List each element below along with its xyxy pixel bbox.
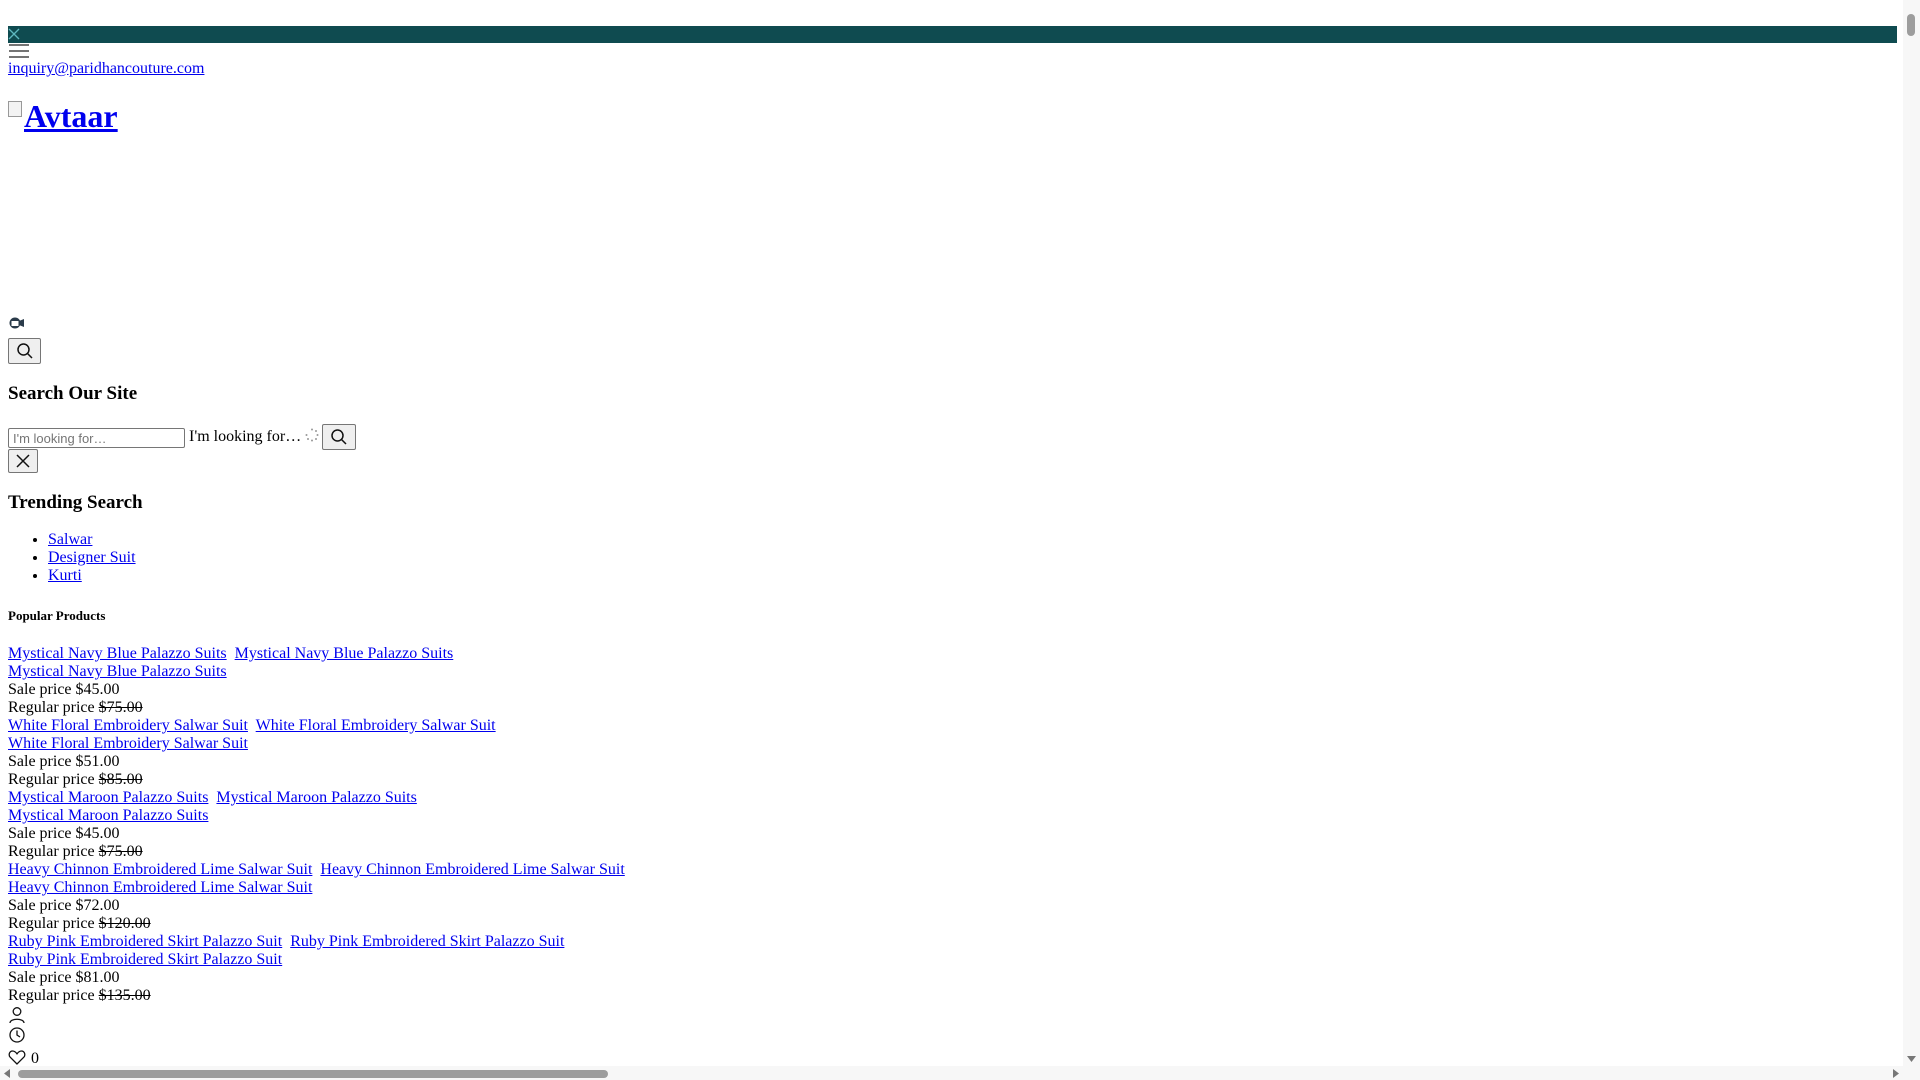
product-card: Heavy Chinnon Embroidered Lime Salwar Su…	[8, 861, 629, 933]
sale-price: $45.00	[75, 681, 120, 698]
sale-price-row: Sale price $72.00	[8, 897, 629, 915]
search-close-button[interactable]	[8, 449, 38, 473]
product-card: Mystical Navy Blue Palazzo Suits Mystica…	[8, 645, 629, 717]
search-input[interactable]	[8, 428, 185, 448]
contact-email-link[interactable]: inquiry@paridhancouture.com	[8, 60, 204, 78]
search-title: Search Our Site	[8, 383, 138, 404]
clock-icon[interactable]	[8, 1026, 26, 1044]
scroll-right-arrow-icon[interactable]	[1893, 1069, 1899, 1078]
regular-price: $120.00	[98, 915, 151, 932]
product-title-link[interactable]: Ruby Pink Embroidered Skirt Palazzo Suit	[8, 951, 282, 968]
regular-price-row: Regular price $75.00	[8, 843, 629, 861]
product-card: White Floral Embroidery Salwar Suit Whit…	[8, 717, 629, 789]
product-image-link[interactable]: Ruby Pink Embroidered Skirt Palazzo Suit	[290, 933, 564, 950]
trending-link-kurti[interactable]: Kurti	[48, 567, 82, 584]
regular-price-label: Regular price	[8, 771, 95, 788]
search-icon	[16, 343, 33, 359]
logo-alt-text: Avtaar	[24, 98, 118, 134]
scroll-down-arrow-icon[interactable]	[1907, 1056, 1916, 1062]
popular-products-title: Popular Products	[8, 608, 106, 623]
sale-price-row: Sale price $81.00	[8, 969, 629, 987]
account-icon[interactable]	[8, 1006, 26, 1024]
product-image-link[interactable]: Heavy Chinnon Embroidered Lime Salwar Su…	[320, 861, 624, 878]
trending-title: Trending Search	[8, 492, 143, 513]
regular-price: $85.00	[98, 771, 143, 788]
regular-price: $135.00	[98, 987, 151, 1004]
heart-icon[interactable]	[8, 1048, 26, 1066]
trending-list: Salwar Designer Suit Kurti	[8, 531, 136, 585]
trending-link-salwar[interactable]: Salwar	[48, 531, 92, 548]
site-logo-link[interactable]: Avtaar	[8, 98, 118, 135]
sale-price-label: Sale price	[8, 825, 72, 842]
product-image-link[interactable]: Mystical Maroon Palazzo Suits	[216, 789, 416, 806]
sale-price: $51.00	[75, 753, 120, 770]
popular-products-list: Mystical Navy Blue Palazzo Suits Mystica…	[8, 645, 629, 1005]
product-card: Mystical Maroon Palazzo Suits Mystical M…	[8, 789, 629, 861]
product-title-link[interactable]: Mystical Maroon Palazzo Suits	[8, 807, 208, 824]
regular-price-label: Regular price	[8, 915, 95, 932]
regular-price-label: Regular price	[8, 699, 95, 716]
broken-image-icon	[8, 101, 22, 117]
list-item: Kurti	[48, 567, 136, 585]
product-image-link[interactable]: Mystical Maroon Palazzo Suits	[8, 789, 208, 806]
vertical-scrollbar[interactable]	[1903, 0, 1920, 1080]
product-title-link[interactable]: Mystical Navy Blue Palazzo Suits	[8, 663, 227, 680]
close-icon[interactable]	[7, 27, 21, 41]
product-image-link[interactable]: Heavy Chinnon Embroidered Lime Salwar Su…	[8, 861, 312, 878]
search-toggle-button[interactable]	[8, 338, 41, 364]
sale-price-label: Sale price	[8, 897, 72, 914]
product-card: Ruby Pink Embroidered Skirt Palazzo Suit…	[8, 933, 629, 1005]
sale-price-row: Sale price $45.00	[8, 681, 629, 699]
list-item: Designer Suit	[48, 549, 136, 567]
product-image-link[interactable]: Ruby Pink Embroidered Skirt Palazzo Suit	[8, 933, 282, 950]
regular-price-label: Regular price	[8, 843, 95, 860]
hamburger-menu-icon[interactable]	[8, 42, 30, 60]
close-icon	[16, 454, 30, 468]
search-label: I'm looking for…	[189, 428, 302, 445]
product-image-link[interactable]: White Floral Embroidery Salwar Suit	[8, 717, 248, 734]
regular-price-row: Regular price $135.00	[8, 987, 629, 1005]
announcement-bar	[8, 26, 1897, 43]
product-image-link[interactable]: White Floral Embroidery Salwar Suit	[256, 717, 496, 734]
sale-price: $45.00	[75, 825, 120, 842]
product-image-link[interactable]: Mystical Navy Blue Palazzo Suits	[235, 645, 454, 662]
product-title-link[interactable]: White Floral Embroidery Salwar Suit	[8, 735, 248, 752]
regular-price-row: Regular price $120.00	[8, 915, 629, 933]
sale-price-row: Sale price $51.00	[8, 753, 629, 771]
product-title-link[interactable]: Heavy Chinnon Embroidered Lime Salwar Su…	[8, 879, 312, 896]
sale-price-label: Sale price	[8, 969, 72, 986]
regular-price: $75.00	[98, 843, 143, 860]
sale-price: $81.00	[75, 969, 120, 986]
product-image-link[interactable]: Mystical Navy Blue Palazzo Suits	[8, 645, 227, 662]
regular-price: $75.00	[98, 699, 143, 716]
trending-link-designer-suit[interactable]: Designer Suit	[48, 549, 136, 566]
regular-price-row: Regular price $75.00	[8, 699, 629, 717]
search-icon	[331, 429, 347, 445]
regular-price-label: Regular price	[8, 987, 95, 1004]
scroll-left-arrow-icon[interactable]	[4, 1069, 10, 1078]
sale-price: $72.00	[75, 897, 120, 914]
sale-price-label: Sale price	[8, 681, 72, 698]
regular-price-row: Regular price $85.00	[8, 771, 629, 789]
horizontal-scrollbar-thumb[interactable]	[18, 1070, 608, 1078]
search-submit-button[interactable]	[322, 424, 356, 450]
list-item: Salwar	[48, 531, 136, 549]
sale-price-row: Sale price $45.00	[8, 825, 629, 843]
video-icon[interactable]	[8, 314, 26, 332]
vertical-scrollbar-thumb[interactable]	[1907, 14, 1915, 36]
horizontal-scrollbar[interactable]	[0, 1066, 1903, 1080]
spinner-icon	[305, 428, 319, 442]
sale-price-label: Sale price	[8, 753, 72, 770]
